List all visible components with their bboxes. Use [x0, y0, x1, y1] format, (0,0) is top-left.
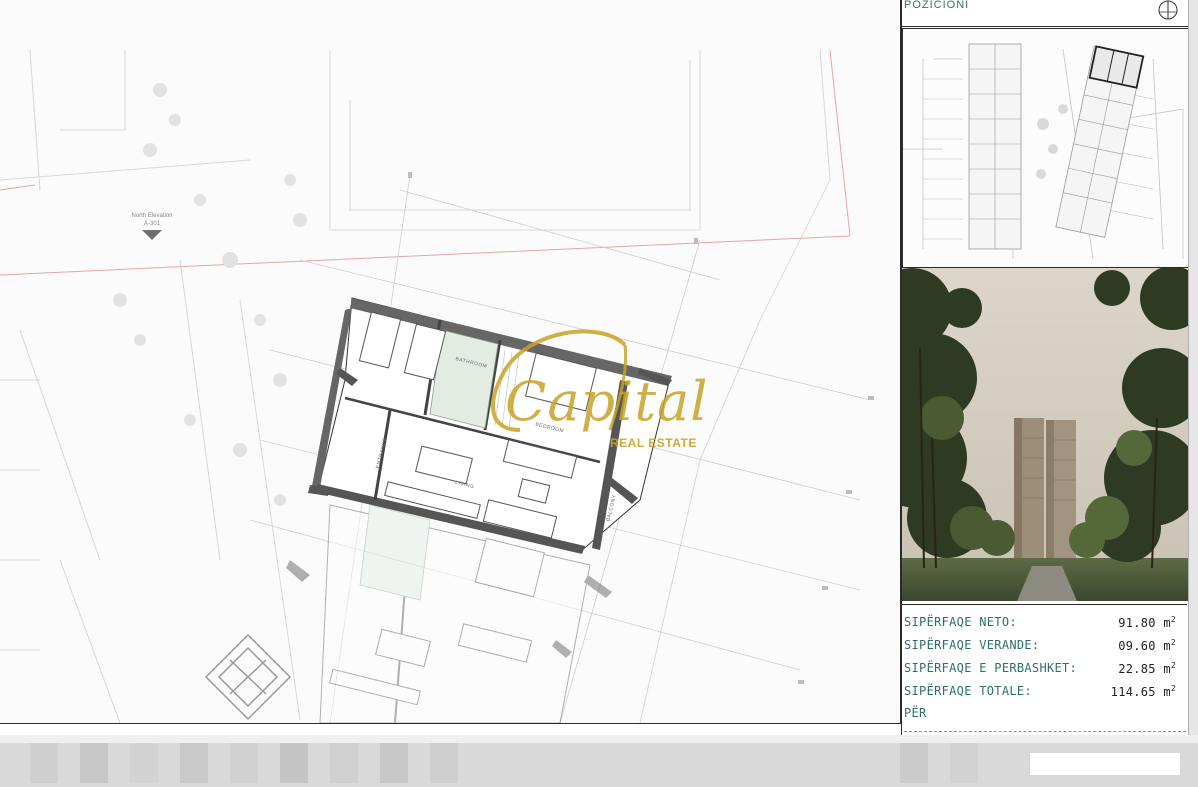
area-row-verande: SIPËRFAQE VERANDE: 09.60 m2: [904, 638, 1186, 658]
north-arrow-icon: [1158, 0, 1178, 20]
panel-header: POZICIONI: [902, 0, 1189, 27]
area-number: 114.65 m: [1110, 685, 1171, 699]
plan-sheet: North Elevation A-301 BATHROOM BEDROOM L…: [0, 0, 1198, 787]
footer-top-band: [0, 735, 1198, 743]
area-value: 09.60 m2: [1118, 638, 1176, 653]
area-label: SIPËRFAQE VERANDE:: [904, 638, 1040, 652]
blur-block: [80, 743, 108, 783]
blur-block: [180, 743, 208, 783]
redacted-footer: [0, 735, 1198, 787]
page-right-edge: [1188, 0, 1198, 740]
area-value: 114.65 m2: [1111, 684, 1176, 699]
blur-block: [900, 743, 928, 783]
area-unit-sup: 2: [1170, 638, 1176, 647]
key-plan-svg: [903, 43, 1184, 260]
area-row-perbashket: SIPËRFAQE E PERBASHKET: 22.85 m2: [904, 661, 1186, 681]
area-label: SIPËRFAQE E PERBASHKET:: [904, 661, 1078, 675]
blur-block: [30, 743, 58, 783]
area-unit-sup: 2: [1170, 661, 1176, 670]
logo-capital-wordmark: Capital: [505, 370, 709, 433]
area-row-neto: SIPËRFAQE NETO: 91.80 m2: [904, 615, 1186, 635]
blur-block: [430, 743, 458, 783]
dashed-divider: [904, 731, 1186, 732]
area-label: SIPËRFAQE TOTALE:: [904, 684, 1032, 698]
area-unit-sup: 2: [1170, 684, 1176, 693]
blur-white-block: [1030, 753, 1180, 775]
area-value: 22.85 m2: [1118, 661, 1176, 676]
render-svg: [902, 268, 1188, 601]
blur-block: [130, 743, 158, 783]
area-row-per: PËR: [904, 706, 1186, 726]
logo-real-estate-text: REAL ESTATE: [610, 436, 697, 450]
area-value: 91.80 m2: [1118, 615, 1176, 630]
area-label: PËR: [904, 706, 927, 720]
building-render-image: [902, 268, 1188, 601]
area-unit-sup: 2: [1170, 615, 1176, 624]
floor-plan-drawing: North Elevation A-301 BATHROOM BEDROOM L…: [0, 0, 901, 724]
blur-block: [230, 743, 258, 783]
area-summary: SIPËRFAQE NETO: 91.80 m2 SIPËRFAQE VERAN…: [902, 604, 1187, 732]
panel-title: POZICIONI: [904, 0, 970, 11]
blur-block: [380, 743, 408, 783]
area-number: 91.80 m: [1118, 616, 1171, 630]
area-number: 22.85 m: [1118, 662, 1171, 676]
logo-swash: [491, 329, 628, 432]
area-label: SIPËRFAQE NETO:: [904, 615, 1017, 629]
blur-block: [950, 743, 978, 783]
key-plan: [902, 28, 1189, 268]
area-row-totale: SIPËRFAQE TOTALE: 114.65 m2: [904, 684, 1186, 704]
blur-block: [280, 743, 308, 783]
area-number: 09.60 m: [1118, 639, 1171, 653]
info-panel: POZICIONI SIPËRFAQE NETO: 91.80 m2 SIPËR…: [901, 0, 1189, 740]
blur-block: [330, 743, 358, 783]
